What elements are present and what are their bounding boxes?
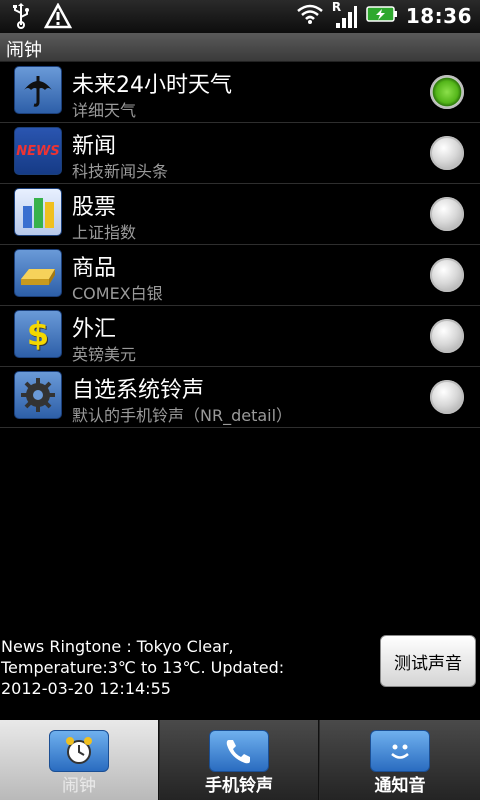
dollar-icon: $ <box>14 310 62 358</box>
usb-icon <box>10 3 32 33</box>
info-line: Temperature:3℃ to 13℃. Updated: <box>1 658 285 677</box>
list-item-weather[interactable]: 未来24小时天气 详细天气 <box>0 62 480 123</box>
info-line: News Ringtone : Tokyo Clear, <box>1 637 234 656</box>
battery-charging-icon <box>366 5 398 27</box>
tab-label: 手机铃声 <box>205 776 273 796</box>
test-sound-button[interactable]: 测试声音 <box>380 635 476 687</box>
list-item-subtitle: COMEX白银 <box>72 284 163 303</box>
alarm-clock-icon <box>49 730 109 772</box>
list-item-subtitle: 科技新闻头条 <box>72 162 169 181</box>
radio-button[interactable] <box>430 380 464 414</box>
warning-icon <box>43 2 73 33</box>
dollar-icon-symbol: $ <box>26 315 50 353</box>
list-item-stocks[interactable]: 股票 上证指数 <box>0 184 480 245</box>
info-line: 2012-03-20 12:14:55 <box>1 679 171 698</box>
list-item-subtitle: 上证指数 <box>72 223 137 242</box>
status-bar: R 18:36 <box>0 0 480 33</box>
tab-label: 通知音 <box>374 776 426 796</box>
list-item-title: 新闻 <box>72 134 117 159</box>
list-item-title: 商品 <box>72 256 117 281</box>
list-item-title: 股票 <box>72 195 117 220</box>
list-item-title: 自选系统铃声 <box>72 378 205 403</box>
page-title: 闹钟 <box>6 40 42 61</box>
radio-button[interactable] <box>430 136 464 170</box>
ringtone-info-text: News Ringtone : Tokyo Clear, Temperature… <box>1 636 361 699</box>
list-item-subtitle: 英镑美元 <box>72 345 137 364</box>
list-item-title: 未来24小时天气 <box>72 73 232 98</box>
list-item-commodities[interactable]: 商品 COMEX白银 <box>0 245 480 306</box>
wifi-icon <box>296 3 324 29</box>
title-bar: 闹钟 <box>0 33 480 62</box>
status-time: 18:36 <box>405 4 472 28</box>
radio-button[interactable] <box>430 258 464 292</box>
smiley-icon <box>370 730 430 772</box>
tab-bar: 闹钟 手机铃声 通知音 <box>0 720 480 800</box>
radio-button[interactable] <box>430 319 464 353</box>
tab-alarm[interactable]: 闹钟 <box>0 720 159 800</box>
gear-icon <box>14 371 62 419</box>
list-item-news[interactable]: NEWS 新闻 科技新闻头条 <box>0 123 480 184</box>
news-icon: NEWS <box>14 127 62 175</box>
list-item-custom-ringtone[interactable]: 自选系统铃声 默认的手机铃声（NR_detail） <box>0 367 480 428</box>
phone-icon <box>209 730 269 772</box>
stock-chart-icon <box>14 188 62 236</box>
tab-phone-ringtone[interactable]: 手机铃声 <box>160 720 319 800</box>
list-item-forex[interactable]: $ 外汇 英镑美元 <box>0 306 480 367</box>
ringtone-source-list: 未来24小时天气 详细天气 NEWS 新闻 科技新闻头条 股票 上证指数 商品 … <box>0 62 480 428</box>
tab-notification-sound[interactable]: 通知音 <box>320 720 480 800</box>
radio-button[interactable] <box>430 197 464 231</box>
list-item-subtitle: 详细天气 <box>72 101 137 120</box>
gold-bar-icon <box>14 249 62 297</box>
list-item-title: 外汇 <box>72 317 117 342</box>
news-icon-label: NEWS <box>16 143 60 159</box>
tab-label: 闹钟 <box>62 776 96 796</box>
list-item-subtitle: 默认的手机铃声（NR_detail） <box>72 406 293 425</box>
signal-icon: R <box>332 0 358 29</box>
umbrella-icon <box>14 66 62 114</box>
radio-button-selected[interactable] <box>430 75 464 109</box>
